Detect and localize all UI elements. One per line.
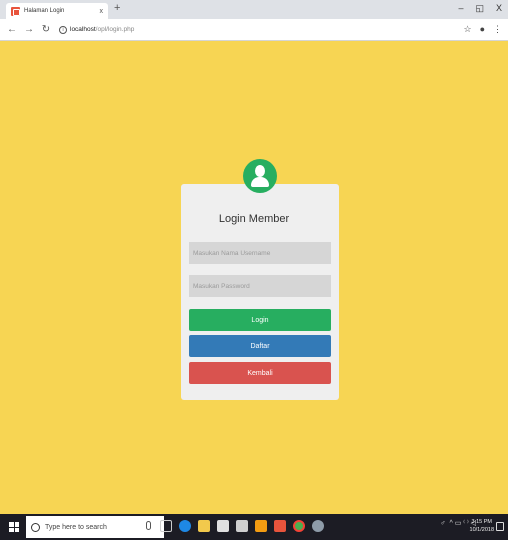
notification-icon[interactable]	[496, 522, 504, 531]
bookmark-star-icon[interactable]: ☆	[463, 24, 471, 35]
favicon-icon	[11, 6, 20, 16]
close-window-button[interactable]: X	[496, 3, 502, 14]
password-input[interactable]	[189, 275, 331, 297]
taskbar: Type here to search ♂ ^ ▭ ⁽ ⁾ ◁ 3:15 PM …	[0, 514, 508, 540]
restore-button[interactable]: ◱	[475, 3, 484, 14]
avatar-head	[255, 165, 265, 177]
store-icon[interactable]	[217, 520, 229, 532]
clock-time: 3:15 PM	[471, 519, 492, 525]
info-icon[interactable]: i	[59, 25, 67, 34]
cortana-icon	[31, 522, 40, 532]
avatar-body	[251, 177, 269, 187]
login-title: Login Member	[218, 213, 290, 225]
minimize-button[interactable]: –	[458, 3, 463, 14]
taskbar-search-text: Type here to search	[45, 523, 107, 531]
new-tab-button[interactable]: +	[114, 2, 120, 14]
address-bar: ← → ↻ i localhost /opl/login.php ☆ ● ⋮	[0, 19, 508, 41]
browser-tab-bar: Halaman Login x + – ◱ X	[0, 0, 508, 19]
sublime-icon[interactable]	[255, 520, 267, 532]
file-explorer-icon[interactable]	[198, 520, 210, 532]
url-path: /opl/login.php	[95, 26, 135, 33]
xampp-icon[interactable]	[274, 520, 286, 532]
profile-icon[interactable]: ●	[480, 24, 485, 35]
user-avatar-icon	[243, 159, 277, 193]
tab-close-button[interactable]: x	[100, 8, 104, 15]
microphone-icon[interactable]	[146, 521, 151, 530]
taskbar-clock[interactable]: 3:15 PM 10/1/2018	[470, 518, 494, 534]
window-controls: – ◱ X	[458, 3, 502, 14]
task-view-icon[interactable]	[160, 520, 172, 532]
chrome-icon[interactable]	[293, 520, 305, 532]
tab-halaman-login[interactable]: Halaman Login x	[6, 3, 108, 19]
windows-start-icon[interactable]	[9, 522, 19, 532]
edge-icon[interactable]	[179, 520, 191, 532]
login-button[interactable]: Login	[189, 309, 331, 331]
tab-title: Halaman Login	[24, 8, 65, 14]
username-input[interactable]	[189, 242, 331, 264]
daftar-button[interactable]: Daftar	[189, 335, 331, 357]
back-icon[interactable]: ←	[7, 24, 17, 35]
address-bar-actions: ☆ ● ⋮	[463, 24, 502, 35]
taskbar-apps	[160, 520, 324, 532]
reload-icon[interactable]: ↻	[41, 24, 51, 35]
app-icon[interactable]	[312, 520, 324, 532]
forward-icon[interactable]: →	[24, 24, 34, 35]
mail-icon[interactable]	[236, 520, 248, 532]
taskbar-search-box[interactable]: Type here to search	[26, 516, 164, 538]
menu-icon[interactable]: ⋮	[493, 24, 502, 35]
url-host: localhost	[70, 26, 96, 33]
url-field[interactable]: i localhost /opl/login.php	[59, 25, 135, 34]
kembali-button[interactable]: Kembali	[189, 362, 331, 384]
clock-date: 10/1/2018	[469, 527, 494, 533]
people-icon[interactable]: ♂	[440, 520, 445, 527]
